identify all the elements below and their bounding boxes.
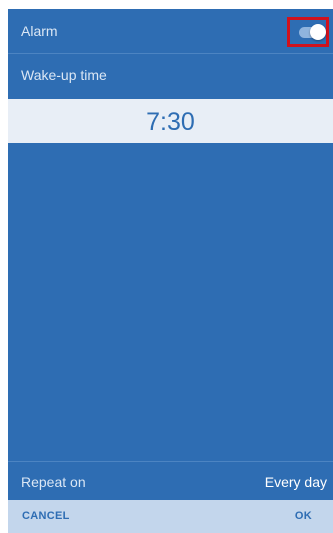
repeat-on-value[interactable]: Every day xyxy=(265,474,327,490)
dialog-button-bar: CANCEL OK xyxy=(8,500,333,533)
alarm-toggle-knob[interactable] xyxy=(310,24,326,40)
cancel-button[interactable]: CANCEL xyxy=(22,500,70,533)
time-picker-row[interactable]: 7:30 xyxy=(8,99,333,143)
alarm-row[interactable]: Alarm xyxy=(8,9,333,54)
alarm-label: Alarm xyxy=(21,23,58,39)
repeat-on-row[interactable]: Repeat on Every day xyxy=(8,461,333,500)
wake-up-time-label: Wake-up time xyxy=(21,67,107,83)
repeat-on-label: Repeat on xyxy=(21,474,86,490)
wake-up-time-row: Wake-up time xyxy=(8,54,333,99)
ok-button[interactable]: OK xyxy=(295,500,312,533)
time-value[interactable]: 7:30 xyxy=(8,108,333,137)
alarm-dialog: Alarm Wake-up time 7:30 Repeat on Every … xyxy=(8,9,333,533)
